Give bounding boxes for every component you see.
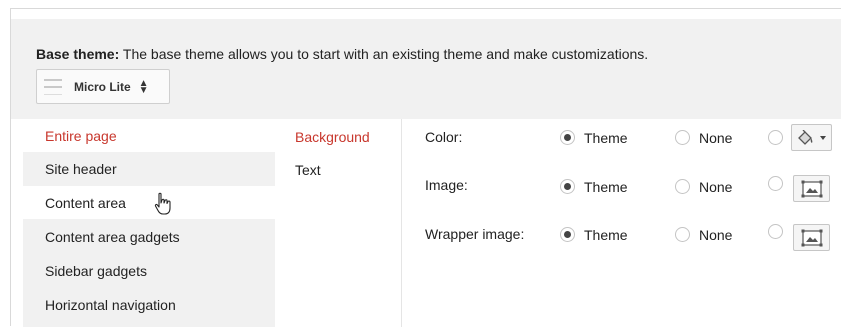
image-label: Image:: [425, 177, 468, 193]
color-theme-radio[interactable]: [560, 130, 575, 145]
sub-section-list: Background Text: [275, 119, 402, 327]
wrapper-image-custom-radio[interactable]: [768, 224, 783, 239]
theme-thumbnail-icon: [44, 78, 62, 95]
section-item-content-area-gadgets[interactable]: Content area gadgets: [23, 220, 275, 253]
section-item-label: Horizontal navigation: [45, 296, 176, 313]
sub-section-background[interactable]: Background: [295, 129, 370, 145]
base-theme-description: The base theme allows you to start with …: [122, 46, 649, 62]
page-section-list: Entire page Site header Content area Con…: [23, 119, 275, 327]
wrapper-image-none-label: None: [699, 227, 733, 243]
section-item-label: Content area: [45, 194, 126, 211]
section-item-entire-page[interactable]: Entire page: [23, 119, 275, 152]
up-down-arrows-icon: ▲ ▼: [138, 77, 149, 96]
hand-pointer-cursor-icon: [154, 192, 171, 215]
image-custom-radio[interactable]: [768, 176, 783, 191]
image-picker-button[interactable]: [793, 175, 830, 202]
section-item-horizontal-navigation[interactable]: Horizontal navigation: [23, 288, 275, 321]
color-none-radio[interactable]: [675, 130, 690, 145]
section-item-site-header[interactable]: Site header: [23, 152, 275, 185]
image-none-label: None: [699, 179, 733, 195]
base-theme-label: Base theme:: [36, 46, 120, 62]
background-settings: Color: Theme None Image: Theme None Wrap…: [403, 119, 841, 327]
image-theme-radio[interactable]: [560, 179, 575, 194]
color-none-label: None: [699, 130, 733, 146]
base-theme-select[interactable]: Micro Lite ▲ ▼: [36, 69, 170, 104]
image-none-radio[interactable]: [675, 179, 690, 194]
base-theme-text: Base theme: The base theme allows you to…: [36, 46, 648, 62]
paint-bucket-icon: [797, 129, 826, 145]
color-picker-button[interactable]: [791, 124, 832, 151]
section-item-label: Sidebar gadgets: [45, 262, 147, 279]
wrapper-image-theme-radio[interactable]: [560, 227, 575, 242]
color-custom-radio[interactable]: [768, 130, 783, 145]
image-icon: [801, 180, 822, 197]
selected-theme-name: Micro Lite: [74, 79, 131, 94]
wrapper-image-theme-label: Theme: [584, 227, 628, 243]
image-theme-label: Theme: [584, 179, 628, 195]
wrapper-image-none-radio[interactable]: [675, 227, 690, 242]
section-item-label: Entire page: [45, 127, 117, 144]
section-item-content-area[interactable]: Content area: [23, 186, 275, 219]
section-item-label: Content area gadgets: [45, 228, 180, 245]
wrapper-image-picker-button[interactable]: [793, 224, 830, 251]
color-theme-label: Theme: [584, 130, 628, 146]
image-icon: [801, 229, 822, 246]
base-theme-header: Base theme: The base theme allows you to…: [11, 19, 841, 119]
layout-panel: Base theme: The base theme allows you to…: [10, 8, 841, 327]
wrapper-image-label: Wrapper image:: [425, 226, 525, 242]
section-item-label: Site header: [45, 160, 117, 177]
section-item-sidebar-gadgets[interactable]: Sidebar gadgets: [23, 254, 275, 287]
sub-section-text[interactable]: Text: [295, 162, 321, 178]
color-label: Color:: [425, 129, 463, 145]
